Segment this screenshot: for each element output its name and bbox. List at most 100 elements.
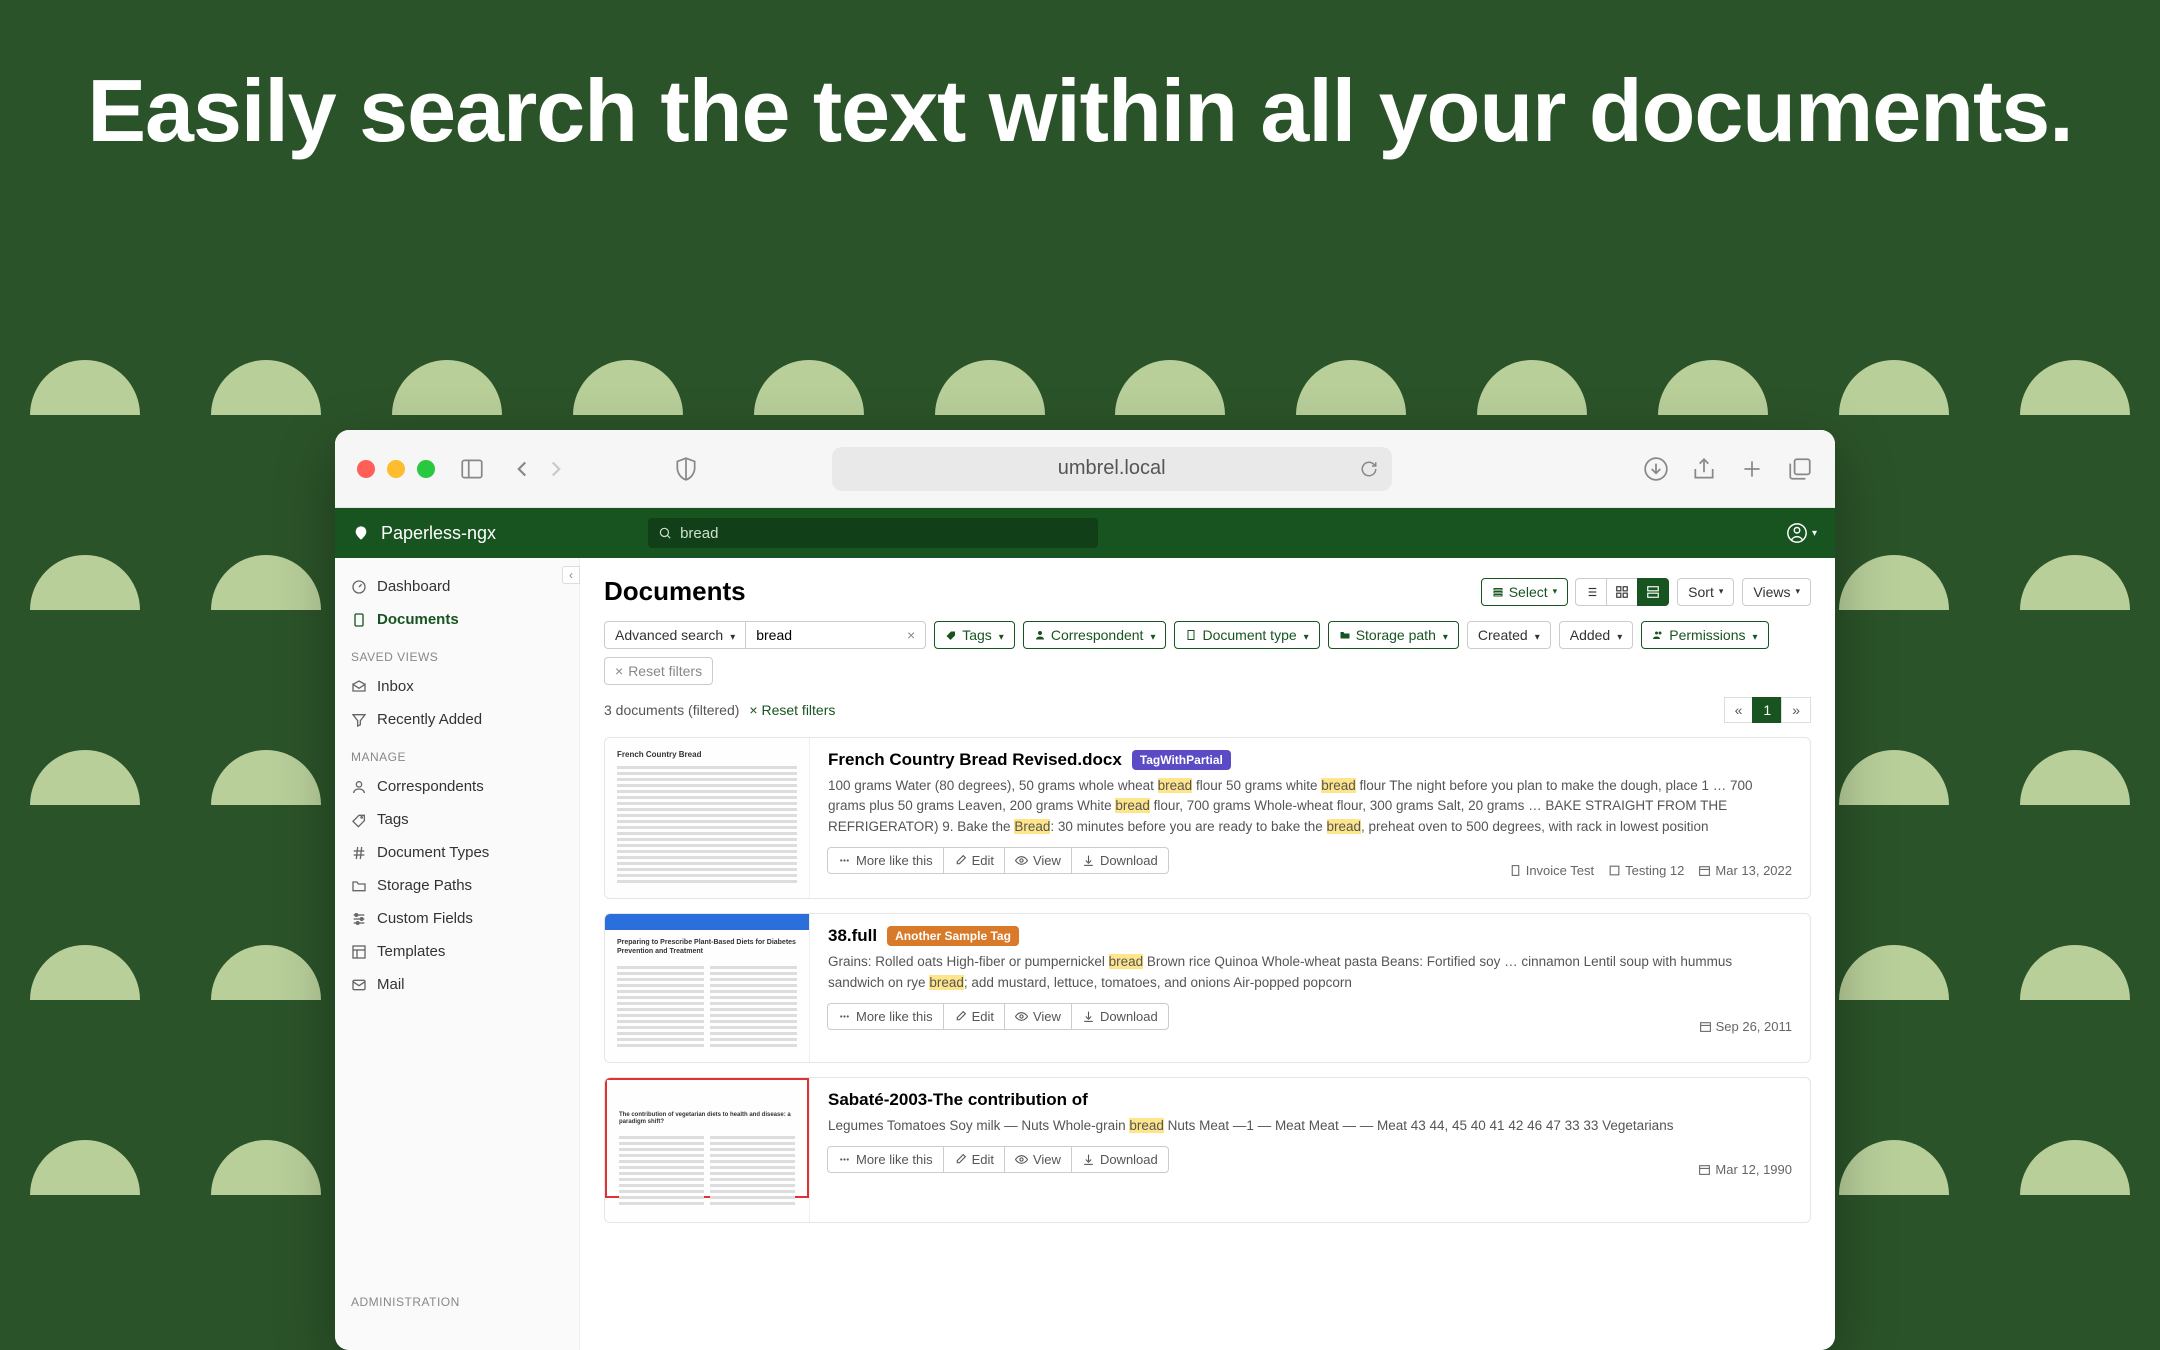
maximize-window-button[interactable]: [417, 460, 435, 478]
sidebar-label: Storage Paths: [377, 877, 472, 894]
back-button[interactable]: [509, 456, 535, 482]
user-icon: [1786, 522, 1808, 544]
sidebar-item-custom-fields[interactable]: Custom Fields: [335, 902, 579, 935]
sidebar-label: Documents: [377, 611, 459, 628]
views-dropdown[interactable]: Views ▾: [1742, 578, 1811, 606]
sidebar-item-tags[interactable]: Tags: [335, 803, 579, 836]
filter-added[interactable]: Added: [1559, 621, 1634, 649]
sidebar-item-document-types[interactable]: Document Types: [335, 836, 579, 869]
advanced-search-dropdown[interactable]: Advanced search: [604, 621, 746, 649]
download-button[interactable]: Download: [1071, 1003, 1169, 1030]
document-thumbnail[interactable]: Preparing to Prescribe Plant-Based Diets…: [605, 914, 810, 1061]
filter-document-type[interactable]: Document type: [1174, 621, 1319, 649]
url-bar[interactable]: umbrel.local: [832, 447, 1392, 491]
sort-dropdown[interactable]: Sort ▾: [1677, 578, 1734, 606]
downloads-icon[interactable]: [1643, 456, 1669, 482]
filter-storage-path[interactable]: Storage path: [1328, 621, 1459, 649]
sidebar-label: Templates: [377, 943, 445, 960]
browser-toolbar: umbrel.local: [335, 430, 1835, 508]
download-button[interactable]: Download: [1071, 847, 1169, 874]
view-grid-small-button[interactable]: [1606, 578, 1638, 606]
browser-window: umbrel.local Paperless-ngx bread ▾ ‹ Das…: [335, 430, 1835, 1350]
document-title[interactable]: Sabaté-2003-The contribution of: [828, 1090, 1088, 1110]
page-title: Documents: [604, 576, 746, 607]
sidebar-label: Mail: [377, 976, 405, 993]
person-icon: [351, 779, 367, 795]
download-button[interactable]: Download: [1071, 1146, 1169, 1173]
document-actions: More like thisEditViewDownload: [828, 847, 1169, 874]
tag-icon: [351, 812, 367, 828]
main-content: Documents Select ▾ Sort ▾ Views ▾ Advanc…: [580, 558, 1835, 1350]
document-thumbnail[interactable]: French Country Bread: [605, 738, 810, 898]
document-tag[interactable]: Another Sample Tag: [887, 926, 1019, 946]
view-mode-group: [1576, 578, 1669, 606]
view-button[interactable]: View: [1004, 1003, 1072, 1030]
results-status: 3 documents (filtered) × Reset filters «…: [604, 697, 1811, 723]
sidebar-label: Inbox: [377, 678, 414, 695]
reload-icon[interactable]: [1360, 460, 1378, 478]
page-prev[interactable]: «: [1724, 697, 1754, 723]
sidebar-item-recently-added[interactable]: Recently Added: [335, 703, 579, 736]
sidebar: ‹ Dashboard Documents SAVED VIEWS Inbox …: [335, 558, 580, 1350]
app-header: Paperless-ngx bread ▾: [335, 508, 1835, 558]
more-like-this-button[interactable]: More like this: [827, 1003, 944, 1030]
filter-permissions[interactable]: Permissions: [1641, 621, 1768, 649]
document-card[interactable]: French Country Bread French Country Bread…: [604, 737, 1811, 899]
sidebar-item-mail[interactable]: Mail: [335, 968, 579, 1001]
clear-term-icon[interactable]: ×: [907, 627, 915, 643]
minimize-window-button[interactable]: [387, 460, 405, 478]
document-thumbnail[interactable]: The contribution of vegetarian diets to …: [605, 1078, 810, 1223]
sliders-icon: [351, 911, 367, 927]
document-title[interactable]: 38.full: [828, 926, 877, 946]
edit-button[interactable]: Edit: [943, 1146, 1005, 1173]
document-tag[interactable]: TagWithPartial: [1132, 750, 1231, 770]
document-card[interactable]: Preparing to Prescribe Plant-Based Diets…: [604, 913, 1811, 1062]
user-menu[interactable]: ▾: [1786, 522, 1817, 544]
sidebar-item-documents[interactable]: Documents: [335, 603, 579, 636]
view-grid-large-button[interactable]: [1637, 578, 1669, 606]
promo-headline: Easily search the text within all your d…: [0, 60, 2160, 161]
forward-button[interactable]: [543, 456, 569, 482]
sidebar-collapse-button[interactable]: ‹: [562, 566, 580, 584]
view-list-button[interactable]: [1575, 578, 1607, 606]
more-like-this-button[interactable]: More like this: [827, 1146, 944, 1173]
sidebar-item-templates[interactable]: Templates: [335, 935, 579, 968]
select-dropdown[interactable]: Select ▾: [1481, 578, 1568, 606]
tabs-icon[interactable]: [1787, 456, 1813, 482]
shield-icon[interactable]: [673, 456, 699, 482]
window-controls: [357, 460, 435, 478]
doc-meta-date: Sep 26, 2011: [1699, 1019, 1792, 1034]
page-next[interactable]: »: [1781, 697, 1811, 723]
close-window-button[interactable]: [357, 460, 375, 478]
sidebar-label: Recently Added: [377, 711, 482, 728]
view-button[interactable]: View: [1004, 847, 1072, 874]
doc-meta-date: Mar 13, 2022: [1698, 863, 1792, 878]
edit-button[interactable]: Edit: [943, 1003, 1005, 1030]
filter-correspondent[interactable]: Correspondent: [1023, 621, 1167, 649]
sidebar-toggle-icon[interactable]: [459, 456, 485, 482]
reset-filters-link[interactable]: × Reset filters: [749, 702, 835, 718]
mail-icon: [351, 977, 367, 993]
global-search[interactable]: bread: [648, 518, 1098, 548]
page-current[interactable]: 1: [1752, 697, 1782, 723]
url-text: umbrel.local: [1058, 457, 1166, 480]
sidebar-item-dashboard[interactable]: Dashboard: [335, 570, 579, 603]
search-icon: [658, 526, 672, 540]
view-button[interactable]: View: [1004, 1146, 1072, 1173]
more-like-this-button[interactable]: More like this: [827, 847, 944, 874]
sidebar-item-storage-paths[interactable]: Storage Paths: [335, 869, 579, 902]
filter-created[interactable]: Created: [1467, 621, 1551, 649]
sidebar-item-correspondents[interactable]: Correspondents: [335, 770, 579, 803]
new-tab-icon[interactable]: [1739, 456, 1765, 482]
document-title[interactable]: French Country Bread Revised.docx: [828, 750, 1122, 770]
share-icon[interactable]: [1691, 456, 1717, 482]
search-term-input[interactable]: bread×: [746, 621, 926, 649]
reset-filters-button[interactable]: × Reset filters: [604, 657, 713, 685]
edit-button[interactable]: Edit: [943, 847, 1005, 874]
doc-meta-file: Invoice Test: [1509, 863, 1594, 878]
filter-bar: Advanced search bread× Tags Corresponden…: [604, 621, 1811, 685]
filter-tags[interactable]: Tags: [934, 621, 1015, 649]
documents-icon: [351, 612, 367, 628]
sidebar-item-inbox[interactable]: Inbox: [335, 670, 579, 703]
document-card[interactable]: The contribution of vegetarian diets to …: [604, 1077, 1811, 1224]
